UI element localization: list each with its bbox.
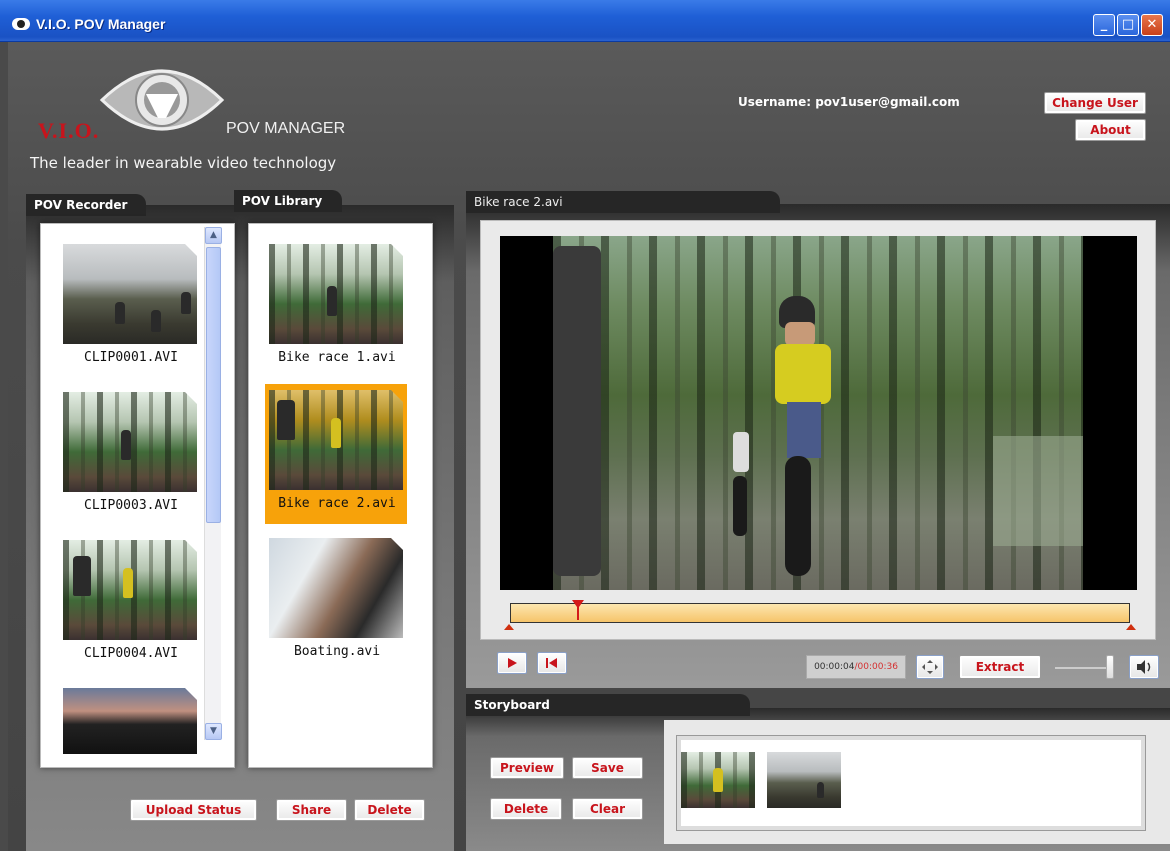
timeline-bar[interactable]: [510, 603, 1130, 623]
clip-thumbnail: [63, 392, 197, 492]
storyboard-strip[interactable]: [676, 735, 1146, 831]
clip-thumbnail: [269, 244, 403, 344]
timeline-start-icon: [504, 624, 514, 630]
clip-thumbnail: [269, 390, 403, 490]
window-title: V.I.O. POV Manager: [36, 16, 166, 32]
scroll-up-icon[interactable]: ▲: [205, 227, 222, 244]
scroll-thumb[interactable]: [206, 247, 221, 523]
rewind-button[interactable]: [537, 652, 567, 674]
timeline-end-icon: [1126, 624, 1136, 630]
clip-label: CLIP0003.AVI: [84, 498, 178, 513]
time-display: 00:00:04/00:00:36: [806, 655, 906, 679]
list-item[interactable]: [63, 688, 199, 754]
storyboard-clip[interactable]: [767, 752, 841, 808]
play-button[interactable]: [497, 652, 527, 674]
minimize-button[interactable]: _: [1093, 14, 1115, 36]
library-list[interactable]: Bike race 1.avi Bike race 2.avi Boating.…: [248, 223, 433, 768]
volume-button[interactable]: [1129, 655, 1159, 679]
fullscreen-button[interactable]: [916, 655, 944, 679]
playhead-marker-icon[interactable]: [571, 598, 585, 622]
scroll-down-icon[interactable]: ▼: [205, 723, 222, 740]
delete-library-button[interactable]: Delete: [354, 799, 425, 821]
save-button[interactable]: Save: [572, 757, 643, 779]
preview-button[interactable]: Preview: [490, 757, 564, 779]
clip-thumbnail: [269, 538, 403, 638]
play-icon: [508, 658, 517, 668]
fullscreen-icon: [922, 660, 938, 674]
logo-brand: V.I.O.: [38, 118, 100, 143]
vio-logo-icon: [99, 69, 225, 131]
clip-thumbnail: [63, 540, 197, 640]
clip-thumbnail: [63, 688, 197, 754]
close-button[interactable]: ✕: [1141, 14, 1163, 36]
clip-label: CLIP0001.AVI: [84, 350, 178, 365]
clip-label: CLIP0004.AVI: [84, 646, 178, 661]
volume-track[interactable]: [1055, 667, 1113, 669]
player-tab: Bike race 2.avi: [466, 191, 780, 213]
recorder-list[interactable]: CLIP0001.AVI CLIP0003.AVI CLIP0004.AVI ▲…: [40, 223, 235, 768]
change-user-button[interactable]: Change User: [1044, 92, 1146, 114]
volume-slider-handle[interactable]: [1106, 655, 1115, 679]
maximize-button[interactable]: □: [1117, 14, 1139, 36]
title-bar: V.I.O. POV Manager _ □ ✕: [0, 0, 1170, 42]
delete-storyboard-button[interactable]: Delete: [490, 798, 562, 820]
logo-product: POV MANAGER: [226, 120, 346, 137]
tagline: The leader in wearable video technology: [30, 154, 337, 172]
username-label: Username: pov1user@gmail.com: [738, 95, 960, 109]
share-button[interactable]: Share: [276, 799, 347, 821]
about-button[interactable]: About: [1075, 119, 1146, 141]
list-item[interactable]: Bike race 1.avi: [269, 244, 405, 365]
list-item[interactable]: CLIP0004.AVI: [63, 540, 199, 661]
recorder-scrollbar[interactable]: ▲ ▼: [204, 227, 222, 740]
skip-back-icon: [546, 658, 557, 668]
tab-storyboard: Storyboard: [466, 694, 750, 716]
clip-thumbnail: [63, 244, 197, 344]
time-current: 00:00:04: [814, 662, 855, 672]
storyboard-clip[interactable]: [681, 752, 755, 808]
time-total: /00:00:36: [854, 662, 898, 672]
list-item[interactable]: CLIP0001.AVI: [63, 244, 199, 365]
clip-label: Bike race 2.avi: [278, 496, 396, 511]
list-item[interactable]: Boating.avi: [269, 538, 405, 659]
video-viewport[interactable]: [500, 236, 1137, 590]
clip-label: Boating.avi: [293, 644, 381, 659]
speaker-icon: [1137, 660, 1151, 674]
list-item[interactable]: Bike race 2.avi: [269, 390, 405, 511]
extract-button[interactable]: Extract: [959, 655, 1041, 679]
list-item[interactable]: CLIP0003.AVI: [63, 392, 199, 513]
clip-label: Bike race 1.avi: [278, 350, 396, 365]
clear-button[interactable]: Clear: [572, 798, 643, 820]
video-frame-image: [553, 236, 1083, 590]
tab-pov-recorder: POV Recorder: [26, 194, 146, 216]
tab-pov-library: POV Library: [234, 190, 342, 212]
eye-icon: [12, 18, 30, 30]
upload-status-button[interactable]: Upload Status: [130, 799, 257, 821]
